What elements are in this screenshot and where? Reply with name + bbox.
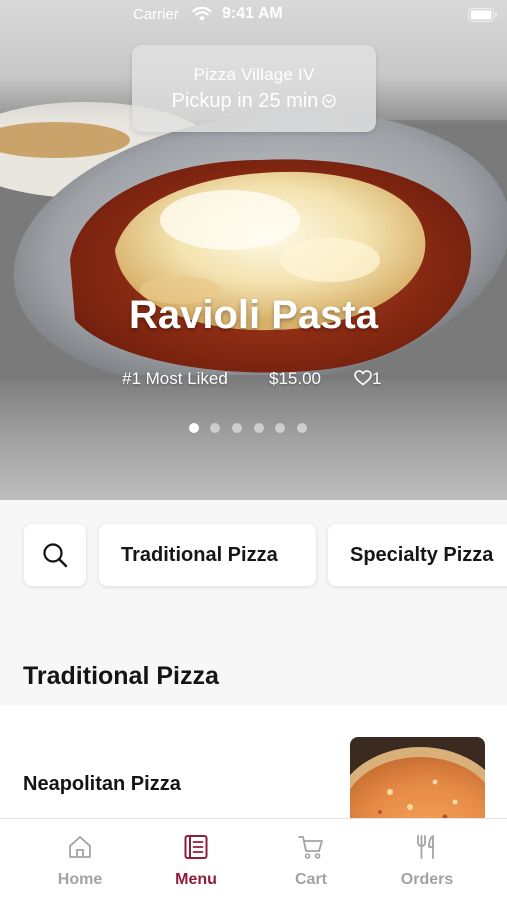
tab-label: Menu xyxy=(175,871,217,888)
featured-price: $15.00 xyxy=(269,369,321,388)
carrier-label: Carrier xyxy=(133,6,179,23)
hero-bottom-fade xyxy=(0,375,507,500)
pickup-time: Pickup in 25 min xyxy=(132,90,376,113)
menu-item-name: Neapolitan Pizza xyxy=(23,773,181,795)
tab-orders[interactable]: Orders xyxy=(377,819,477,900)
carousel-dot[interactable] xyxy=(210,423,220,433)
tab-bar: Home Menu Cart Orders xyxy=(0,818,507,900)
store-name: Pizza Village IV xyxy=(193,65,315,84)
status-bar: Carrier 9:41 AM xyxy=(0,0,507,30)
battery-icon xyxy=(468,8,497,22)
carousel-dot[interactable] xyxy=(189,423,199,433)
tab-home[interactable]: Home xyxy=(30,819,130,900)
section-title: Traditional Pizza xyxy=(23,662,219,690)
cart-icon xyxy=(298,836,323,859)
featured-likes[interactable]: 1 xyxy=(354,369,381,389)
category-chip-specialty-pizza[interactable]: Specialty Pizza xyxy=(328,524,507,586)
tab-label: Home xyxy=(57,871,103,888)
category-bar: Traditional Pizza Specialty Pizza xyxy=(0,500,507,630)
category-chip-traditional-pizza[interactable]: Traditional Pizza xyxy=(99,524,316,586)
location-selector[interactable]: Pizza Village IV Pickup in 25 min xyxy=(132,45,376,132)
menu-item[interactable]: Neapolitan Pizza xyxy=(0,705,507,827)
home-icon xyxy=(69,836,91,858)
carousel-dot[interactable] xyxy=(254,423,264,433)
featured-rank: #1 Most Liked xyxy=(122,369,228,388)
tab-label: Cart xyxy=(294,871,327,888)
carousel-dots[interactable] xyxy=(0,423,507,433)
carousel-dot[interactable] xyxy=(275,423,285,433)
chevron-down-circle-icon xyxy=(322,94,337,108)
fork-knife-icon xyxy=(417,835,434,859)
heart-icon xyxy=(354,370,372,386)
wifi-icon xyxy=(192,6,212,21)
pickup-label: Pickup in 25 min xyxy=(171,90,319,112)
tab-label: Orders xyxy=(400,871,454,888)
featured-hero[interactable]: Carrier 9:41 AM Pizza Village IV Pickup … xyxy=(0,0,507,500)
featured-title: Ravioli Pasta xyxy=(128,293,378,337)
search-button[interactable] xyxy=(24,524,86,586)
carousel-dot[interactable] xyxy=(297,423,307,433)
menu-item-image xyxy=(350,737,485,827)
tab-menu[interactable]: Menu xyxy=(146,819,246,900)
menu-book-icon xyxy=(184,835,208,859)
likes-count: 1 xyxy=(372,369,382,388)
clock: 9:41 AM xyxy=(222,5,283,22)
tab-cart[interactable]: Cart xyxy=(261,819,361,900)
carousel-dot[interactable] xyxy=(232,423,242,433)
search-icon xyxy=(43,543,68,568)
